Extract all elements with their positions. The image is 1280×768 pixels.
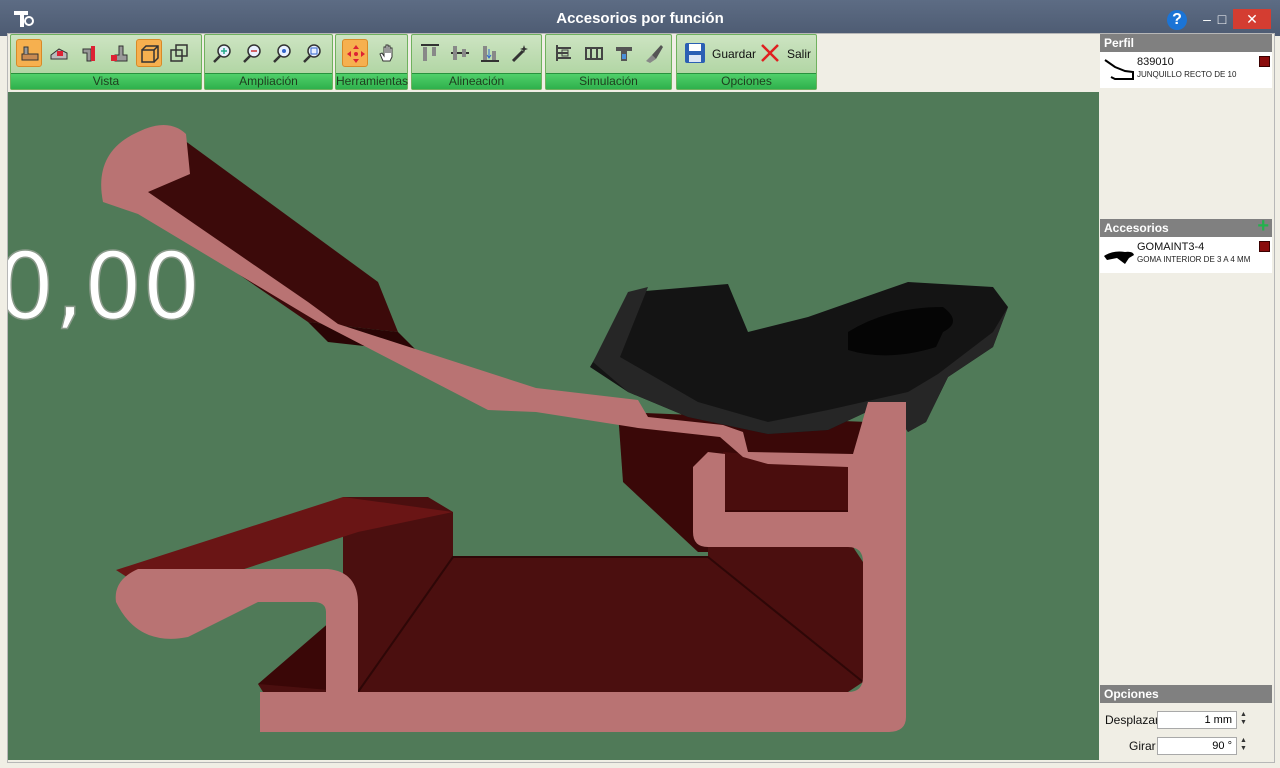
accesorios-header: Accesorios + [1100,216,1272,237]
accesorio-item[interactable]: GOMAINT3-4 GOMA INTERIOR DE 3 A 4 MM [1100,237,1272,273]
align-bottom-icon [481,46,499,62]
zoom-window-icon [303,44,321,63]
help-button[interactable]: ? [1167,10,1187,30]
perfil-code: 839010 [1137,56,1174,68]
simulation-paint-button[interactable] [641,39,667,67]
align-middle-button[interactable] [447,39,473,67]
group-simulacion: Simulación [545,34,672,90]
simulation-tool-button[interactable] [611,39,637,67]
perfil-description: JUNQUILLO RECTO DE 10 [1137,70,1237,79]
align-top-button[interactable] [417,39,443,67]
zoom-out-button[interactable] [239,39,265,67]
view-wireframe-icon [170,44,188,62]
view-3d-icon [141,45,159,63]
view-wireframe-button[interactable] [166,39,192,67]
view-right-button[interactable] [106,39,132,67]
group-label-opciones: Opciones [677,73,816,89]
clamp-icon [616,47,632,61]
floppy-disk-icon [685,43,705,63]
simulation-profile-button[interactable] [551,39,577,67]
save-button[interactable]: Guardar [682,39,756,67]
align-bottom-button[interactable] [477,39,503,67]
align-middle-icon [451,46,469,60]
view-right-icon [111,45,128,62]
perfil-color-swatch[interactable] [1259,56,1270,67]
accesorio-color-swatch[interactable] [1259,241,1270,252]
zoom-fit-button[interactable] [269,39,295,67]
girar-input[interactable]: 90 ° [1157,737,1237,755]
frame-section-icon [585,47,603,60]
close-x-icon [761,44,779,62]
desplazar-input[interactable]: 1 mm [1157,711,1237,729]
group-ampliacion: Ampliación [204,34,333,90]
zoom-in-button[interactable] [209,39,235,67]
group-herramientas: Herramientas [335,34,408,90]
view-side-button[interactable] [46,39,72,67]
view-left-icon [82,46,95,62]
group-vista: Vista [10,34,202,90]
view-left-button[interactable] [76,39,102,67]
window-title: Accesorios por función [556,10,724,27]
title-bar: Accesorios por función ? – □ ✕ [0,0,1280,36]
close-button[interactable]: ✕ [1233,9,1271,29]
profile-3d-render: 0,00 [8,124,1008,732]
gasket-accessory [590,282,1008,434]
move-arrows-icon [347,45,365,63]
group-label-simulacion: Simulación [546,73,671,89]
group-alineacion: Alineación [411,34,542,90]
measurement-readout: 0,00 [8,233,201,340]
zoom-fit-icon [273,44,291,63]
exit-label: Salir [787,47,812,61]
zoom-out-icon [243,44,261,63]
maximize-button[interactable]: □ [1208,9,1236,29]
desplazar-spinner[interactable]: ▲ ▼ [1240,711,1247,727]
hand-icon [379,44,393,62]
group-label-alineacion: Alineación [412,73,541,89]
view-front-button[interactable] [16,39,42,67]
paint-brush-icon [646,45,663,63]
gasket-thumbnail-icon [1104,251,1134,264]
group-label-herramientas: Herramientas [336,73,409,89]
profile-thumbnail-icon [1104,59,1134,80]
simulation-frame-button[interactable] [581,39,607,67]
accesorios-title: Accesorios [1104,221,1169,235]
group-label-ampliacion: Ampliación [205,73,332,89]
add-accessory-button[interactable]: + [1257,216,1269,236]
desplazar-label: Desplazar [1105,713,1160,727]
zoom-in-icon [213,44,231,63]
opciones-header: Opciones [1100,685,1272,703]
pan-tool-button[interactable] [374,39,400,67]
magic-wand-icon [511,45,528,63]
exit-button[interactable]: Salir [757,39,812,67]
perfil-header: Perfil [1100,34,1272,52]
3d-viewport[interactable]: 0,00 [8,92,1099,760]
view-3d-button[interactable] [136,39,162,67]
group-label-vista: Vista [11,73,201,89]
girar-spinner[interactable]: ▲ ▼ [1240,737,1247,753]
move-tool-button[interactable] [342,39,368,67]
accesorio-code: GOMAINT3-4 [1137,241,1205,253]
align-top-icon [421,44,439,61]
align-magic-button[interactable] [507,39,533,67]
profile-section-icon [556,45,571,61]
perfil-item[interactable]: 839010 JUNQUILLO RECTO DE 10 [1100,52,1272,88]
accesorio-description: GOMA INTERIOR DE 3 A 4 MM [1137,255,1251,264]
girar-label: Girar [1129,739,1156,753]
view-front-icon [21,46,39,61]
save-label: Guardar [712,47,757,61]
group-opciones: Guardar Salir Opciones [676,34,817,90]
view-side-icon [50,48,68,60]
right-panel: Perfil 839010 JUNQUILLO RECTO DE 10 Acce… [1100,34,1272,760]
zoom-window-button[interactable] [299,39,325,67]
